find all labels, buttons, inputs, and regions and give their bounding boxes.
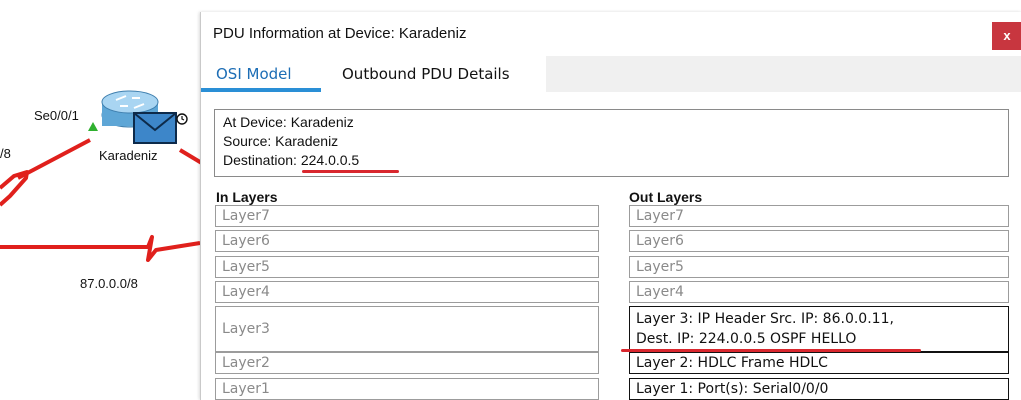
in-layer-6[interactable]: Layer6 xyxy=(215,230,599,252)
pdu-envelope-icon[interactable] xyxy=(133,112,177,144)
pdu-info-dialog: PDU Information at Device: Karadeniz x O… xyxy=(200,12,1021,400)
destination-label: Destination: xyxy=(223,152,297,168)
in-layer-3[interactable]: Layer3 xyxy=(215,306,599,352)
serial-link-to-router[interactable] xyxy=(17,138,91,180)
dialog-title: PDU Information at Device: Karadeniz xyxy=(213,25,467,42)
in-layer-7[interactable]: Layer7 xyxy=(215,205,599,227)
out-layer-6[interactable]: Layer6 xyxy=(629,230,1009,252)
in-layers-header: In Layers xyxy=(216,189,278,205)
destination-value: 224.0.0.5 xyxy=(300,152,360,168)
link-endpoint-icon xyxy=(88,122,98,131)
network-label: 87.0.0.0/8 xyxy=(80,276,138,291)
out-layer-3-line2: Dest. IP: 224.0.0.5 OSPF HELLO xyxy=(636,331,857,347)
clock-icon xyxy=(176,113,188,125)
in-layer-2[interactable]: Layer2 xyxy=(215,352,599,374)
out-layer-3-line1: Layer 3: IP Header Src. IP: 86.0.0.11, xyxy=(636,311,894,327)
source-text: Source: Karadeniz xyxy=(223,133,339,149)
annotation-underline-destination xyxy=(302,170,399,173)
device-info-box: At Device: Karadeniz Source: Karadeniz D… xyxy=(214,109,1009,177)
out-layer-1[interactable]: Layer 1: Port(s): Serial0/0/0 xyxy=(629,378,1009,400)
at-device-text: At Device: Karadeniz xyxy=(223,114,354,130)
active-tab-indicator xyxy=(201,88,321,92)
interface-label: Se0/0/1 xyxy=(34,108,79,123)
out-layer-7[interactable]: Layer7 xyxy=(629,205,1009,227)
tab-osi-model[interactable]: OSI Model xyxy=(216,65,292,83)
in-layer-1[interactable]: Layer1 xyxy=(215,378,599,400)
serial-link-lower[interactable] xyxy=(0,235,201,262)
in-layer-4[interactable]: Layer4 xyxy=(215,281,599,303)
destination-line: Destination: 224.0.0.5 xyxy=(223,152,359,168)
tab-bar: OSI Model Outbound PDU Details xyxy=(201,56,1021,92)
out-layer-4[interactable]: Layer4 xyxy=(629,281,1009,303)
dialog-titlebar[interactable]: PDU Information at Device: Karadeniz x xyxy=(201,12,1021,54)
out-layer-3[interactable]: Layer 3: IP Header Src. IP: 86.0.0.11, D… xyxy=(629,306,1009,352)
out-layer-2[interactable]: Layer 2: HDLC Frame HDLC xyxy=(629,352,1009,374)
out-layer-5[interactable]: Layer5 xyxy=(629,256,1009,278)
device-name-label: Karadeniz xyxy=(99,148,158,163)
close-button[interactable]: x xyxy=(992,22,1021,50)
in-layer-5[interactable]: Layer5 xyxy=(215,256,599,278)
tab-outbound-pdu-details[interactable]: Outbound PDU Details xyxy=(342,65,510,83)
left-network-label: /8 xyxy=(0,146,11,161)
out-layers-header: Out Layers xyxy=(629,189,703,205)
